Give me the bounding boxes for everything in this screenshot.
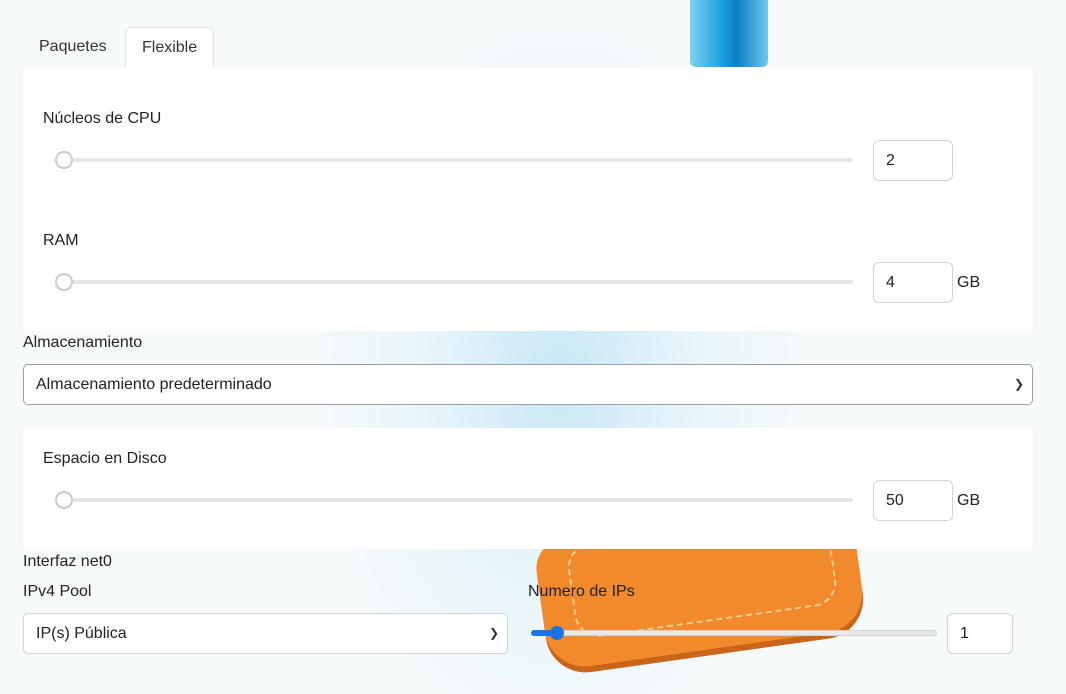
ram-label: RAM <box>43 232 79 249</box>
disk-slider-thumb[interactable] <box>55 491 73 509</box>
ipv4-pool-select-value: IP(s) Pública <box>36 625 127 642</box>
disk-unit: GB <box>957 492 981 509</box>
ipv4-pool-select[interactable]: IP(s) Pública ❯ <box>23 613 508 654</box>
ram-slider-thumb[interactable] <box>55 273 73 291</box>
cpu-label: Núcleos de CPU <box>43 110 162 127</box>
disk-label: Espacio en Disco <box>43 450 167 467</box>
cpu-slider-track[interactable] <box>64 158 853 162</box>
storage-select[interactable]: Almacenamiento predeterminado ❯ <box>23 364 1033 405</box>
disk-panel: Espacio en Disco 50 GB <box>23 428 1033 549</box>
ip-count-input[interactable]: 1 <box>947 613 1013 654</box>
ram-unit: GB <box>957 274 981 291</box>
tab-bar: Paquetes Flexible <box>23 27 1033 69</box>
tab-paquetes[interactable]: Paquetes <box>23 27 123 67</box>
cpu-ram-panel: Núcleos de CPU 2 RAM 4 GB <box>23 68 1033 331</box>
chevron-down-icon: ❯ <box>488 626 499 640</box>
ip-count-slider-track[interactable] <box>531 630 937 636</box>
ip-count-slider-thumb[interactable] <box>549 626 564 640</box>
cpu-input[interactable]: 2 <box>873 140 953 181</box>
ipv4-pool-label: IPv4 Pool <box>23 583 92 600</box>
tab-flexible[interactable]: Flexible <box>125 27 214 68</box>
storage-label: Almacenamiento <box>23 334 143 351</box>
ram-slider-track[interactable] <box>64 280 853 284</box>
disk-slider-track[interactable] <box>64 498 853 502</box>
ram-input[interactable]: 4 <box>873 262 953 303</box>
disk-input[interactable]: 50 <box>873 480 953 521</box>
interface-label: Interfaz net0 <box>23 553 112 570</box>
cpu-slider-thumb[interactable] <box>55 151 73 169</box>
ip-count-label: Numero de IPs <box>528 583 635 600</box>
chevron-down-icon: ❯ <box>1013 377 1024 391</box>
storage-select-value: Almacenamiento predeterminado <box>36 376 272 393</box>
